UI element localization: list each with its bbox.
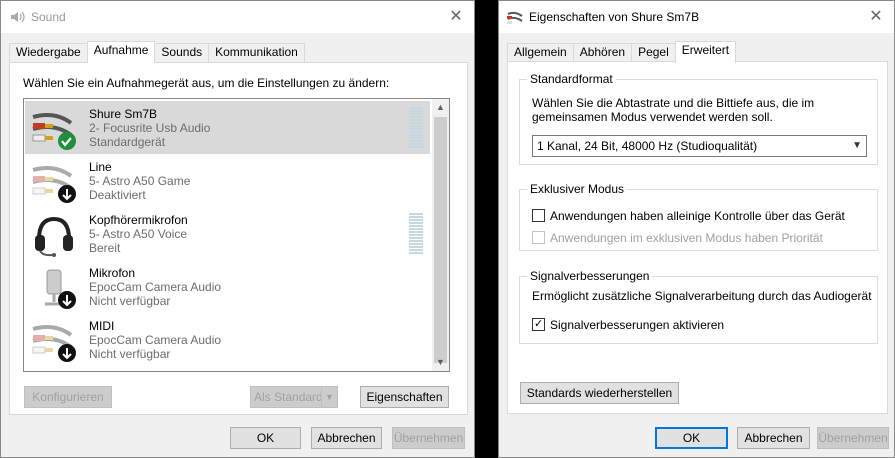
allow-exclusive-checkbox[interactable] — [532, 209, 545, 222]
properties-titlebar: Eigenschaften von Shure Sm7B ✕ — [499, 1, 894, 33]
tab-wiedergabe[interactable]: Wiedergabe — [9, 43, 88, 62]
exclusive-mode-group: Exklusiver Modus Anwendungen haben allei… — [519, 182, 878, 251]
tab-abhoeren[interactable]: Abhören — [572, 43, 633, 62]
chevron-down-icon: ▼ — [852, 140, 862, 151]
rca-cable-icon — [32, 113, 76, 150]
rca-cable-icon — [32, 325, 76, 362]
scroll-down-icon[interactable]: ▼ — [432, 354, 449, 371]
device-status: Standardgerät — [89, 135, 166, 149]
properties-dialog: Eigenschaften von Shure Sm7B ✕ Allgemein… — [498, 0, 895, 458]
device-item-line[interactable]: Line 5- Astro A50 Game Deaktiviert — [25, 154, 430, 207]
sample-format-value: 1 Kanal, 24 Bit, 48000 Hz (Studioqualitä… — [537, 139, 758, 153]
device-name: Line — [89, 160, 112, 174]
enhancements-group: Signalverbesserungen Ermöglicht zusätzli… — [519, 269, 878, 344]
tab-erweitert[interactable]: Erweitert — [674, 41, 737, 63]
restore-defaults-button[interactable]: Standards wiederherstellen — [520, 382, 679, 404]
default-format-description-line1: Wählen Sie die Abtastrate und die Bittie… — [532, 96, 815, 110]
enable-enhancements-label[interactable]: Signalverbesserungen aktivieren — [550, 318, 724, 332]
exclusive-priority-label: Anwendungen im exklusiven Modus haben Pr… — [550, 231, 823, 245]
device-name: MIDI — [89, 319, 115, 333]
sound-dialog: Sound ✕ Wiedergabe Aufnahme Sounds Kommu… — [0, 0, 475, 458]
recording-panel: Wählen Sie ein Aufnahmegerät aus, um die… — [9, 62, 468, 415]
enable-enhancements-checkbox[interactable]: ✓ — [532, 318, 545, 331]
sample-format-select[interactable]: 1 Kanal, 24 Bit, 48000 Hz (Studioqualitä… — [532, 135, 867, 157]
device-driver: EpocCam Camera Audio — [89, 280, 222, 294]
tab-sounds[interactable]: Sounds — [154, 43, 210, 62]
scroll-thumb[interactable] — [434, 117, 447, 363]
device-list: Shure Sm7B 2- Focusrite Usb Audio Standa… — [23, 98, 450, 372]
device-item-kopfhoerermikrofon[interactable]: Kopfhörermikrofon 5- Astro A50 Voice Ber… — [25, 207, 430, 260]
set-default-label: Als Standard — [254, 390, 323, 404]
apply-button[interactable]: Übernehmen — [392, 427, 465, 449]
device-name: Kopfhörermikrofon — [89, 213, 188, 227]
chevron-down-icon[interactable]: ▼ — [321, 387, 337, 407]
cancel-button[interactable]: Abbrechen — [311, 427, 382, 449]
speaker-icon — [11, 11, 25, 23]
scroll-up-icon[interactable]: ▲ — [432, 99, 449, 116]
tab-pegel[interactable]: Pegel — [631, 43, 676, 62]
exclusive-priority-checkbox[interactable] — [532, 231, 545, 244]
tab-strip: Wiedergabe Aufnahme Sounds Kommunikation — [9, 41, 305, 63]
rca-cable-icon — [32, 166, 76, 203]
set-default-button[interactable]: Als Standard ▼ — [250, 386, 338, 408]
apply-button[interactable]: Übernehmen — [817, 427, 889, 449]
device-driver: 5- Astro A50 Voice — [89, 227, 188, 241]
window-title: Sound — [31, 10, 66, 24]
device-driver: 5- Astro A50 Game — [89, 174, 191, 188]
default-format-description-line2: gemeinsamen Modus verwendet werden soll. — [532, 110, 773, 124]
rca-cable-icon — [507, 11, 523, 24]
device-status: Deaktiviert — [89, 188, 146, 202]
default-format-legend: Standardformat — [527, 72, 616, 86]
device-item-mikrofon[interactable]: Mikrofon EpocCam Camera Audio Nicht verf… — [25, 260, 430, 313]
enhancements-description: Ermöglicht zusätzliche Signalverarbeitun… — [532, 289, 872, 303]
tab-kommunikation[interactable]: Kommunikation — [208, 43, 305, 62]
tab-strip: Allgemein Abhören Pegel Erweitert — [507, 41, 737, 63]
enhancements-legend: Signalverbesserungen — [527, 269, 653, 283]
exclusive-mode-legend: Exklusiver Modus — [527, 182, 628, 196]
close-icon[interactable]: ✕ — [444, 5, 468, 29]
sound-titlebar: Sound ✕ — [1, 1, 474, 33]
tab-aufnahme[interactable]: Aufnahme — [86, 41, 156, 63]
device-driver: 2- Focusrite Usb Audio — [89, 121, 211, 135]
headset-icon — [35, 216, 73, 257]
device-status: Nicht verfügbar — [89, 347, 171, 361]
allow-exclusive-label[interactable]: Anwendungen haben alleinige Kontrolle üb… — [550, 209, 845, 223]
device-name: Mikrofon — [89, 266, 136, 280]
device-name: Shure Sm7B — [89, 107, 158, 121]
ok-button[interactable]: OK — [655, 427, 728, 449]
vertical-scrollbar[interactable]: ▲ ▼ — [432, 99, 449, 371]
microphone-icon — [45, 269, 76, 309]
close-icon[interactable]: ✕ — [864, 5, 888, 29]
ok-button[interactable]: OK — [230, 427, 301, 449]
tab-allgemein[interactable]: Allgemein — [507, 43, 574, 62]
default-format-group: Standardformat Wählen Sie die Abtastrate… — [519, 72, 878, 165]
advanced-panel: Standardformat Wählen Sie die Abtastrate… — [507, 61, 888, 414]
cancel-button[interactable]: Abbrechen — [737, 427, 810, 449]
properties-button[interactable]: Eigenschaften — [360, 386, 449, 408]
window-title: Eigenschaften von Shure Sm7B — [529, 10, 700, 24]
configure-button[interactable]: Konfigurieren — [24, 386, 112, 408]
level-meter — [409, 213, 423, 255]
device-status: Nicht verfügbar — [89, 294, 171, 308]
device-driver: EpocCam Camera Audio — [89, 333, 222, 347]
device-item-shure-sm7b[interactable]: Shure Sm7B 2- Focusrite Usb Audio Standa… — [25, 101, 430, 154]
checkmark-icon: ✓ — [534, 318, 544, 330]
level-meter — [409, 107, 423, 149]
device-status: Bereit — [89, 241, 121, 255]
device-item-midi[interactable]: MIDI EpocCam Camera Audio Nicht verfügba… — [25, 313, 430, 366]
instruction-text: Wählen Sie ein Aufnahmegerät aus, um die… — [23, 76, 390, 90]
